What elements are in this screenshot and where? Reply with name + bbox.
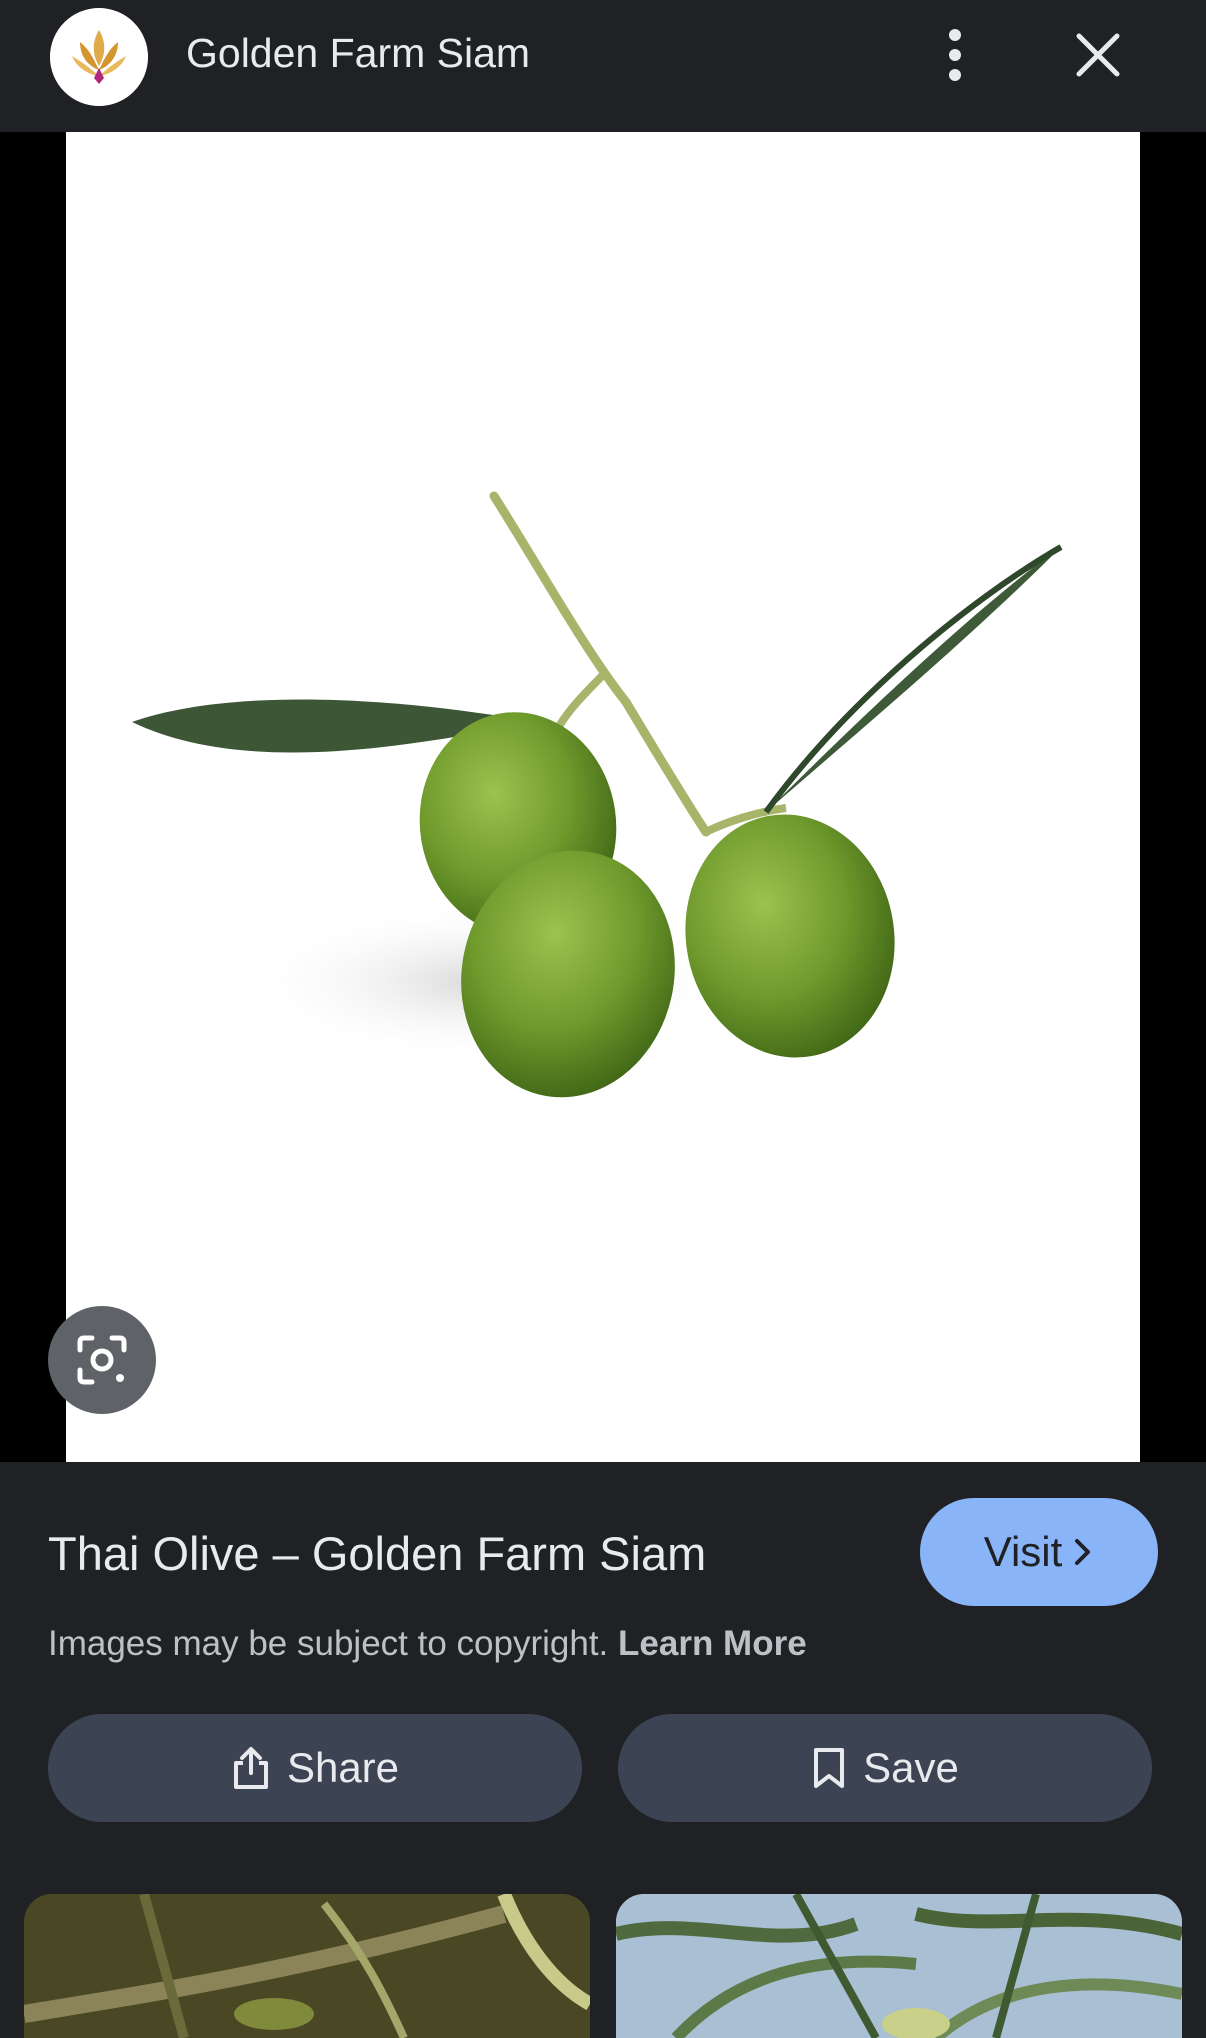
save-label: Save: [863, 1744, 959, 1791]
result-info-panel: Thai Olive – Golden Farm Siam Visit Imag…: [0, 1462, 1206, 2038]
image-viewer: [0, 132, 1206, 1462]
more-vertical-icon: [949, 29, 961, 81]
share-label: Share: [286, 1744, 400, 1791]
related-image-thumbnail[interactable]: [616, 1894, 1182, 2038]
more-options-button[interactable]: [925, 22, 985, 88]
copyright-notice: Images may be subject to copyright. Lear…: [48, 1618, 807, 1670]
save-button[interactable]: Save: [618, 1714, 1152, 1822]
site-name: Golden Farm Siam: [186, 30, 531, 76]
lens-search-button[interactable]: [48, 1306, 156, 1414]
top-bar: Golden Farm Siam: [0, 0, 1206, 132]
lotus-logo-icon: [50, 8, 148, 106]
learn-more-link[interactable]: Learn More: [618, 1624, 807, 1663]
visit-button[interactable]: Visit: [920, 1498, 1158, 1606]
green-olives-image[interactable]: [66, 132, 1140, 1462]
chevron-right-icon: [1075, 1539, 1091, 1565]
copyright-text: Images may be subject to copyright.: [48, 1624, 609, 1663]
site-avatar[interactable]: [50, 8, 148, 106]
close-icon: [1076, 33, 1120, 77]
olive-tree-thumbnail: [616, 1894, 1182, 2038]
olives-illustration: [132, 491, 1063, 1098]
lens-search-icon: [77, 1335, 127, 1385]
related-image-thumbnail[interactable]: [24, 1894, 590, 2038]
close-button[interactable]: [1065, 22, 1131, 88]
share-button[interactable]: Share: [48, 1714, 582, 1822]
share-icon: [233, 1747, 268, 1789]
olive-branch-thumbnail: [24, 1894, 590, 2038]
bookmark-icon: [814, 1748, 845, 1788]
result-title[interactable]: Thai Olive – Golden Farm Siam: [48, 1522, 706, 1586]
visit-label: Visit: [983, 1528, 1063, 1575]
